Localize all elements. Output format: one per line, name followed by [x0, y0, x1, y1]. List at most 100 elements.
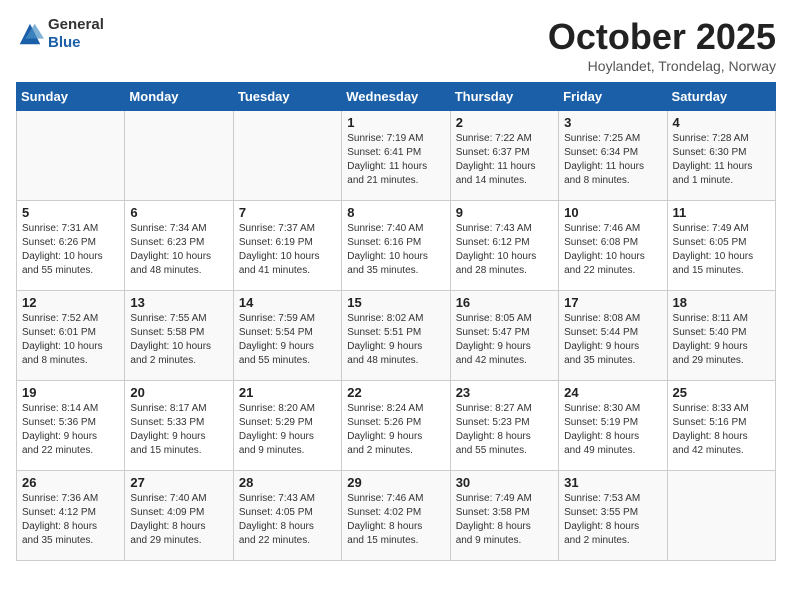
day-info: Sunrise: 7:53 AM Sunset: 3:55 PM Dayligh… [564, 492, 661, 548]
calendar-cell: 22 Sunrise: 8:24 AM Sunset: 5:26 PM Dayli… [342, 381, 450, 471]
day-info: Sunrise: 7:19 AM Sunset: 6:41 PM Dayligh… [347, 132, 444, 188]
day-number: 26 [22, 475, 119, 490]
day-info: Sunrise: 7:55 AM Sunset: 5:58 PM Dayligh… [130, 312, 227, 368]
calendar-cell: 21 Sunrise: 8:20 AM Sunset: 5:29 PM Dayli… [233, 381, 341, 471]
calendar-cell: 3 Sunrise: 7:25 AM Sunset: 6:34 PM Daylig… [559, 111, 667, 201]
calendar-cell: 20 Sunrise: 8:17 AM Sunset: 5:33 PM Dayli… [125, 381, 233, 471]
day-info: Sunrise: 8:17 AM Sunset: 5:33 PM Dayligh… [130, 402, 227, 458]
logo-text-blue: Blue [48, 34, 81, 51]
day-info: Sunrise: 8:27 AM Sunset: 5:23 PM Dayligh… [456, 402, 553, 458]
calendar-cell [667, 471, 775, 561]
day-info: Sunrise: 7:43 AM Sunset: 6:12 PM Dayligh… [456, 222, 553, 278]
weekday-header: Thursday [450, 83, 558, 111]
day-number: 15 [347, 295, 444, 310]
calendar-cell [233, 111, 341, 201]
day-number: 22 [347, 385, 444, 400]
day-number: 27 [130, 475, 227, 490]
day-info: Sunrise: 7:52 AM Sunset: 6:01 PM Dayligh… [22, 312, 119, 368]
calendar-cell: 26 Sunrise: 7:36 AM Sunset: 4:12 PM Dayli… [17, 471, 125, 561]
day-number: 25 [673, 385, 770, 400]
day-info: Sunrise: 7:40 AM Sunset: 4:09 PM Dayligh… [130, 492, 227, 548]
calendar-cell: 11Sunrise: 7:49 AM Sunset: 6:05 PM Dayli… [667, 201, 775, 291]
day-info: Sunrise: 8:11 AM Sunset: 5:40 PM Dayligh… [673, 312, 770, 368]
day-info: Sunrise: 7:40 AM Sunset: 6:16 PM Dayligh… [347, 222, 444, 278]
calendar-week-row: 12 Sunrise: 7:52 AM Sunset: 6:01 PM Dayli… [17, 291, 776, 381]
calendar-cell: 13 Sunrise: 7:55 AM Sunset: 5:58 PM Dayli… [125, 291, 233, 381]
day-number: 9 [456, 205, 553, 220]
calendar-cell: 12 Sunrise: 7:52 AM Sunset: 6:01 PM Dayli… [17, 291, 125, 381]
day-info: Sunrise: 8:30 AM Sunset: 5:19 PM Dayligh… [564, 402, 661, 458]
day-info: Sunrise: 7:36 AM Sunset: 4:12 PM Dayligh… [22, 492, 119, 548]
weekday-header: Monday [125, 83, 233, 111]
calendar-cell: 23Sunrise: 8:27 AM Sunset: 5:23 PM Dayli… [450, 381, 558, 471]
calendar-week-row: 5Sunrise: 7:31 AM Sunset: 6:26 PM Daylig… [17, 201, 776, 291]
calendar-cell: 10Sunrise: 7:46 AM Sunset: 6:08 PM Dayli… [559, 201, 667, 291]
weekday-header: Wednesday [342, 83, 450, 111]
calendar-cell: 17 Sunrise: 8:08 AM Sunset: 5:44 PM Dayli… [559, 291, 667, 381]
day-info: Sunrise: 7:59 AM Sunset: 5:54 PM Dayligh… [239, 312, 336, 368]
day-info: Sunrise: 8:05 AM Sunset: 5:47 PM Dayligh… [456, 312, 553, 368]
day-info: Sunrise: 8:24 AM Sunset: 5:26 PM Dayligh… [347, 402, 444, 458]
calendar-table: SundayMondayTuesdayWednesdayThursdayFrid… [16, 82, 776, 561]
weekday-header: Sunday [17, 83, 125, 111]
calendar-cell: 7 Sunrise: 7:37 AM Sunset: 6:19 PM Daylig… [233, 201, 341, 291]
day-number: 14 [239, 295, 336, 310]
calendar-cell: 27 Sunrise: 7:40 AM Sunset: 4:09 PM Dayli… [125, 471, 233, 561]
day-number: 3 [564, 115, 661, 130]
day-info: Sunrise: 7:49 AM Sunset: 6:05 PM Dayligh… [673, 222, 770, 278]
calendar-cell: 9 Sunrise: 7:43 AM Sunset: 6:12 PM Daylig… [450, 201, 558, 291]
logo-icon [16, 20, 44, 48]
day-number: 20 [130, 385, 227, 400]
day-number: 30 [456, 475, 553, 490]
calendar-cell: 16 Sunrise: 8:05 AM Sunset: 5:47 PM Dayli… [450, 291, 558, 381]
day-info: Sunrise: 7:28 AM Sunset: 6:30 PM Dayligh… [673, 132, 770, 188]
calendar-cell: 5Sunrise: 7:31 AM Sunset: 6:26 PM Daylig… [17, 201, 125, 291]
title-block: October 2025 Hoylandet, Trondelag, Norwa… [548, 16, 776, 74]
calendar-cell: 15 Sunrise: 8:02 AM Sunset: 5:51 PM Dayli… [342, 291, 450, 381]
day-number: 24 [564, 385, 661, 400]
calendar-cell: 1 Sunrise: 7:19 AM Sunset: 6:41 PM Daylig… [342, 111, 450, 201]
day-number: 28 [239, 475, 336, 490]
weekday-header: Tuesday [233, 83, 341, 111]
day-number: 16 [456, 295, 553, 310]
day-number: 10 [564, 205, 661, 220]
day-info: Sunrise: 8:02 AM Sunset: 5:51 PM Dayligh… [347, 312, 444, 368]
day-info: Sunrise: 7:37 AM Sunset: 6:19 PM Dayligh… [239, 222, 336, 278]
day-info: Sunrise: 7:25 AM Sunset: 6:34 PM Dayligh… [564, 132, 661, 188]
day-number: 7 [239, 205, 336, 220]
calendar-cell: 24 Sunrise: 8:30 AM Sunset: 5:19 PM Dayli… [559, 381, 667, 471]
day-number: 21 [239, 385, 336, 400]
day-info: Sunrise: 8:20 AM Sunset: 5:29 PM Dayligh… [239, 402, 336, 458]
calendar-cell: 29Sunrise: 7:46 AM Sunset: 4:02 PM Dayli… [342, 471, 450, 561]
calendar-cell: 25Sunrise: 8:33 AM Sunset: 5:16 PM Dayli… [667, 381, 775, 471]
calendar-cell: 6 Sunrise: 7:34 AM Sunset: 6:23 PM Daylig… [125, 201, 233, 291]
day-number: 12 [22, 295, 119, 310]
day-info: Sunrise: 7:22 AM Sunset: 6:37 PM Dayligh… [456, 132, 553, 188]
day-number: 31 [564, 475, 661, 490]
day-info: Sunrise: 8:14 AM Sunset: 5:36 PM Dayligh… [22, 402, 119, 458]
day-number: 13 [130, 295, 227, 310]
calendar-week-row: 26 Sunrise: 7:36 AM Sunset: 4:12 PM Dayli… [17, 471, 776, 561]
day-info: Sunrise: 7:49 AM Sunset: 3:58 PM Dayligh… [456, 492, 553, 548]
weekday-row: SundayMondayTuesdayWednesdayThursdayFrid… [17, 83, 776, 111]
day-number: 8 [347, 205, 444, 220]
calendar-cell: 14 Sunrise: 7:59 AM Sunset: 5:54 PM Dayli… [233, 291, 341, 381]
day-number: 1 [347, 115, 444, 130]
calendar-cell: 19Sunrise: 8:14 AM Sunset: 5:36 PM Dayli… [17, 381, 125, 471]
day-info: Sunrise: 7:43 AM Sunset: 4:05 PM Dayligh… [239, 492, 336, 548]
calendar-cell: 31 Sunrise: 7:53 AM Sunset: 3:55 PM Dayli… [559, 471, 667, 561]
day-info: Sunrise: 7:34 AM Sunset: 6:23 PM Dayligh… [130, 222, 227, 278]
calendar-cell: 4Sunrise: 7:28 AM Sunset: 6:30 PM Daylig… [667, 111, 775, 201]
calendar-week-row: 19Sunrise: 8:14 AM Sunset: 5:36 PM Dayli… [17, 381, 776, 471]
calendar-cell: 18Sunrise: 8:11 AM Sunset: 5:40 PM Dayli… [667, 291, 775, 381]
calendar-cell [125, 111, 233, 201]
logo: General Blue [16, 16, 104, 52]
weekday-header: Friday [559, 83, 667, 111]
day-number: 6 [130, 205, 227, 220]
day-number: 5 [22, 205, 119, 220]
calendar-week-row: 1 Sunrise: 7:19 AM Sunset: 6:41 PM Daylig… [17, 111, 776, 201]
weekday-header: Saturday [667, 83, 775, 111]
calendar-cell: 28 Sunrise: 7:43 AM Sunset: 4:05 PM Dayli… [233, 471, 341, 561]
day-info: Sunrise: 8:08 AM Sunset: 5:44 PM Dayligh… [564, 312, 661, 368]
day-number: 17 [564, 295, 661, 310]
